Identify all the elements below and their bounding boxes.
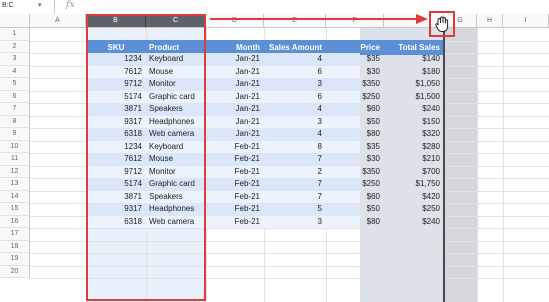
cell-price[interactable]: $80	[326, 216, 384, 229]
row-header[interactable]: 12	[0, 165, 30, 178]
cell-month[interactable]: Jan-21	[206, 91, 264, 104]
cell-price[interactable]: $250	[326, 91, 384, 104]
cell-total-sales[interactable]: $320	[384, 128, 444, 141]
cell-price[interactable]: $60	[326, 191, 384, 204]
row-header[interactable]: 4	[0, 65, 30, 78]
row-header[interactable]: 11	[0, 153, 30, 166]
cell-sales-amount[interactable]: 4	[264, 53, 326, 66]
cell-total-sales[interactable]: $140	[384, 53, 444, 66]
row-header[interactable]: 8	[0, 115, 30, 128]
cell-sales-amount[interactable]: 4	[264, 128, 326, 141]
cell-sales-amount[interactable]: 7	[264, 191, 326, 204]
cell-sales-amount[interactable]: 6	[264, 66, 326, 79]
cell-sales-amount[interactable]: 8	[264, 141, 326, 154]
column-header-i[interactable]: I	[503, 14, 549, 28]
cell-total-sales[interactable]: $240	[384, 216, 444, 229]
row-header[interactable]: 13	[0, 178, 30, 191]
cell-sales-amount[interactable]: 3	[264, 78, 326, 91]
cell-month[interactable]: Feb-21	[206, 166, 264, 179]
selected-columns-outline	[86, 14, 206, 301]
row-header[interactable]: 7	[0, 103, 30, 116]
cell-month[interactable]: Jan-21	[206, 116, 264, 129]
row-header[interactable]: 6	[0, 90, 30, 103]
cell-sales-amount[interactable]: 3	[264, 116, 326, 129]
cell-price[interactable]: $35	[326, 53, 384, 66]
fx-icon: fx	[66, 0, 75, 10]
cell-price[interactable]: $60	[326, 103, 384, 116]
cell-price[interactable]: $350	[326, 166, 384, 179]
cell-total-sales[interactable]: $180	[384, 66, 444, 79]
cell-month[interactable]: Feb-21	[206, 141, 264, 154]
cell-total-sales[interactable]: $420	[384, 191, 444, 204]
row-header[interactable]: 18	[0, 240, 30, 253]
cell-total-sales[interactable]: $1,750	[384, 178, 444, 191]
cell-sales-amount[interactable]: 7	[264, 153, 326, 166]
cell-month[interactable]: Jan-21	[206, 53, 264, 66]
row-header[interactable]: 1	[0, 28, 30, 41]
cell-sales-amount[interactable]: 6	[264, 91, 326, 104]
name-box[interactable]: B:C	[2, 2, 14, 9]
row-header[interactable]: 16	[0, 215, 30, 228]
row-header[interactable]: 19	[0, 253, 30, 266]
cell-month[interactable]: Feb-21	[206, 191, 264, 204]
cell-month[interactable]: Jan-21	[206, 78, 264, 91]
formula-divider	[54, 0, 55, 14]
row-header[interactable]: 20	[0, 265, 30, 278]
row-header[interactable]: 3	[0, 53, 30, 66]
cell-month[interactable]: Jan-21	[206, 103, 264, 116]
cell-month[interactable]: Jan-21	[206, 128, 264, 141]
cell-sales-amount[interactable]: 5	[264, 203, 326, 216]
cell-sales-amount[interactable]: 4	[264, 103, 326, 116]
grab-hand-icon	[435, 16, 449, 32]
row-header[interactable]: 9	[0, 128, 30, 141]
column-header-a[interactable]: A	[30, 14, 86, 28]
drag-cursor-highlight	[429, 11, 455, 37]
cell-sales-amount[interactable]: 7	[264, 178, 326, 191]
row-header[interactable]: 15	[0, 203, 30, 216]
cell-price[interactable]: $350	[326, 78, 384, 91]
cell-total-sales[interactable]: $280	[384, 141, 444, 154]
cell-price[interactable]: $30	[326, 153, 384, 166]
cell-month[interactable]: Feb-21	[206, 153, 264, 166]
cell-month[interactable]: Jan-21	[206, 66, 264, 79]
right-arrow-icon	[210, 14, 428, 24]
cell-total-sales[interactable]: $210	[384, 153, 444, 166]
cell-sales-amount[interactable]: 2	[264, 166, 326, 179]
cell-month[interactable]: Feb-21	[206, 216, 264, 229]
row-header[interactable]: 5	[0, 78, 30, 91]
row-header[interactable]: 10	[0, 140, 30, 153]
cell-price[interactable]: $35	[326, 141, 384, 154]
cell-total-sales[interactable]: $1,500	[384, 91, 444, 104]
row-header[interactable]: 17	[0, 228, 30, 241]
cell-price[interactable]: $50	[326, 116, 384, 129]
row-header[interactable]: 2	[0, 40, 30, 53]
cell-total-sales[interactable]: $700	[384, 166, 444, 179]
cell-price[interactable]: $30	[326, 66, 384, 79]
cell-price[interactable]: $80	[326, 128, 384, 141]
cell-month[interactable]: Feb-21	[206, 203, 264, 216]
cell-price[interactable]: $250	[326, 178, 384, 191]
cell-month[interactable]: Feb-21	[206, 178, 264, 191]
cell-total-sales[interactable]: $250	[384, 203, 444, 216]
column-header-h[interactable]: H	[477, 14, 503, 28]
name-box-dropdown-icon[interactable]: ▾	[38, 1, 42, 9]
select-all-corner[interactable]	[0, 14, 30, 28]
cell-price[interactable]: $50	[326, 203, 384, 216]
row-header[interactable]: 14	[0, 190, 30, 203]
cell-total-sales[interactable]: $150	[384, 116, 444, 129]
cell-total-sales[interactable]: $240	[384, 103, 444, 116]
drop-indicator-line	[443, 28, 445, 302]
cell-total-sales[interactable]: $1,050	[384, 78, 444, 91]
cell-sales-amount[interactable]: 3	[264, 216, 326, 229]
